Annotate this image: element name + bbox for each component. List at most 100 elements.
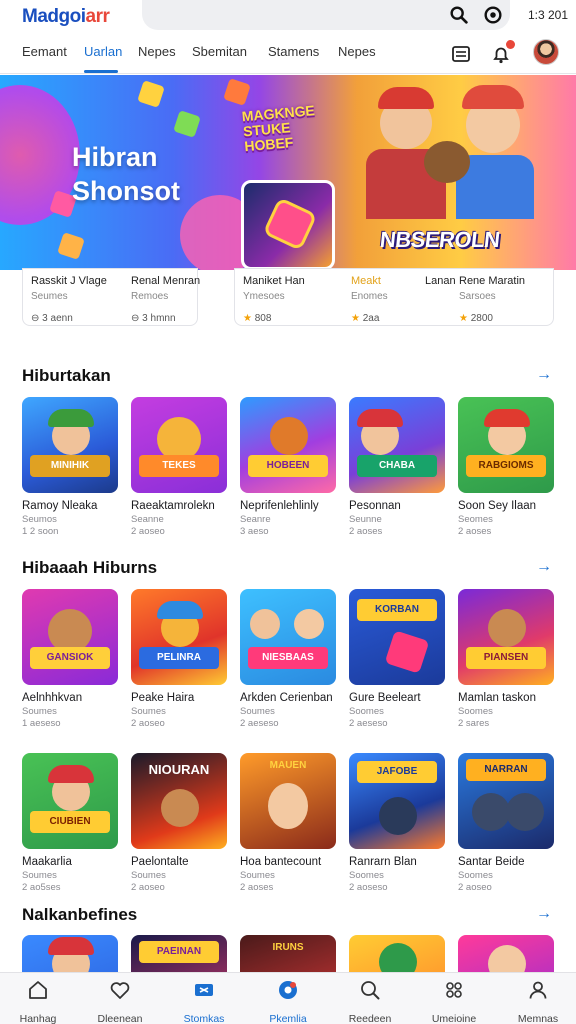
character-hat [357, 409, 403, 427]
featured-sub: Remoes [131, 291, 169, 302]
size-icon: ⊖ [131, 313, 143, 324]
lens-icon[interactable] [482, 4, 504, 26]
search-icon[interactable] [448, 4, 470, 26]
hero-banner[interactable]: Hibran Shonsot MAGKNGE STUKE HOBEF NBSER… [0, 75, 576, 270]
featured-item[interactable]: Lanan [425, 275, 456, 287]
app-card[interactable]: RABGIOMS Soon Sey Ilaan Seomes 2 aoses [458, 397, 554, 537]
tab-2[interactable]: Nepes [138, 44, 176, 59]
hero-game-card[interactable] [241, 180, 335, 270]
arrow-right-icon[interactable]: → [536, 905, 552, 923]
cube-decoration [57, 232, 85, 260]
search-bar[interactable] [142, 0, 510, 30]
app-card[interactable]: TEKES Raeaktamrolekn Seanne 2 aoseo [131, 397, 227, 537]
nav-profile[interactable]: Memnas [502, 978, 574, 1024]
arrow-right-icon[interactable]: → [536, 558, 552, 576]
app-name: Peake Haira [131, 692, 195, 704]
app-card[interactable]: JAFOBE Ranrarn Blan Soomes 2 aoseso [349, 753, 445, 893]
app-thumbnail: NIESBAAS [240, 589, 336, 685]
featured-item[interactable]: Maniket Han Ymesoes ★ 808 [243, 275, 305, 324]
nav-pkemlia[interactable]: Pkemlia [252, 978, 324, 1024]
tab-1[interactable]: Uarlan [84, 44, 122, 59]
character-face [488, 609, 526, 647]
app-category: Soomes [349, 870, 384, 881]
app-thumbnail: IRUNS [240, 935, 336, 972]
app-name: Mamlan taskon [458, 692, 536, 704]
app-thumb-title: CHABA [357, 455, 437, 477]
app-card[interactable]: CHABA Pesonnan Seunne 2 aoses [349, 397, 445, 537]
app-card[interactable]: KORBAN Gure Beeleart Soomes 2 aeseso [349, 589, 445, 729]
app-card[interactable]: IRUNS [240, 935, 336, 972]
app-card[interactable]: MAUEN Hoa bantecount Soumes 2 aoses [240, 753, 336, 893]
app-category: Soumes [240, 706, 275, 717]
app-thumbnail: GANSIOK [22, 589, 118, 685]
app-category: Soumes [22, 870, 57, 881]
app-card[interactable]: PELINRA Peake Haira Soumes 2 aoseo [131, 589, 227, 729]
home-icon [29, 981, 47, 999]
character-face [268, 783, 308, 829]
app-thumbnail [349, 935, 445, 972]
featured-card-left[interactable]: Rasskit J Vlage Seumes ⊖ 3 aenn Renal Me… [22, 268, 200, 326]
app-name: Santar Beide [458, 856, 525, 868]
size-icon: ⊖ [31, 313, 43, 324]
app-card[interactable]: MINIHIK Ramoy Nleaka Seumos 1 2 soon [22, 397, 118, 537]
nav-label: Dleenean [97, 1013, 143, 1024]
featured-name: Renal Menran [131, 275, 201, 287]
featured-card-right[interactable]: Maniket Han Ymesoes ★ 808 Meakt Enomes ★… [234, 268, 554, 326]
app-size: 2 aoseo [131, 718, 165, 729]
nav-favorites[interactable]: Dleenean [84, 978, 156, 1024]
app-card[interactable]: NIOURAN Paelontalte Soumes 2 aoseo [131, 753, 227, 893]
app-thumb-title: MINIHIK [30, 455, 110, 477]
featured-item[interactable]: Renal Menran Remoes ⊖ 3 hmnn [131, 275, 200, 324]
app-size: 2 aoseso [349, 882, 388, 893]
featured-item[interactable]: Rene Maratin Sarsoes ★ 2800 [459, 275, 525, 324]
featured-name: Rene Maratin [459, 275, 526, 287]
app-category: Soomes [458, 706, 493, 717]
featured-name: Rasskit J Vlage [31, 275, 107, 287]
status-clock: 1:3 201 [527, 8, 568, 22]
app-category: Soumes [131, 706, 166, 717]
app-card[interactable]: CIUBIEN Maakarlia Soumes 2 ao5ses [22, 753, 118, 893]
app-card[interactable]: HOBEEN Neprifenlehlinly Seanre 3 aeso [240, 397, 336, 537]
featured-name: Maniket Han [243, 275, 305, 287]
nav-label: Umeioine [431, 1013, 477, 1024]
app-card[interactable]: NARRAN Santar Beide Soomes 2 aoseo [458, 753, 554, 893]
featured-item[interactable]: Rasskit J Vlage Seumes ⊖ 3 aenn [31, 275, 107, 324]
notification-button[interactable] [489, 40, 515, 66]
nav-home[interactable]: Hanhag [2, 978, 74, 1024]
app-row: CIUBIEN Maakarlia Soumes 2 ao5ses NIOURA… [22, 753, 562, 913]
app-name: Hoa bantecount [240, 856, 322, 868]
list-icon[interactable] [449, 42, 473, 66]
tab-0[interactable]: Eemant [22, 44, 67, 59]
character-hat [48, 765, 94, 783]
app-logo[interactable]: Madgoiarr [22, 6, 110, 28]
character-face [250, 609, 280, 639]
featured-name: Meakt [351, 275, 381, 287]
app-size: 1 aeseso [22, 718, 61, 729]
nav-search[interactable]: Reedeen [334, 978, 406, 1024]
app-card[interactable]: PAEINAN [131, 935, 227, 972]
tab-4[interactable]: Stamens [268, 44, 319, 59]
featured-meta-value: 3 aenn [42, 313, 73, 324]
app-card[interactable]: NIESBAAS Arkden Cerienban Soumes 2 aeses… [240, 589, 336, 729]
nav-apps[interactable]: Umeioine [418, 978, 490, 1024]
app-card[interactable] [22, 935, 118, 972]
app-size: 2 ao5ses [22, 882, 61, 893]
tab-5[interactable]: Nepes [338, 44, 376, 59]
app-card[interactable] [349, 935, 445, 972]
app-thumb-title: TEKES [139, 455, 219, 477]
app-card[interactable]: GANSIOK Aelnhhkvan Soumes 1 aeseso [22, 589, 118, 729]
app-card[interactable]: PIANSEN Mamlan taskon Soomes 2 sares [458, 589, 554, 729]
app-card[interactable] [458, 935, 554, 972]
app-thumb-title: PELINRA [139, 647, 219, 669]
avatar[interactable] [533, 39, 559, 65]
hero-game-logo: MAGKNGE STUKE HOBEF [241, 102, 316, 155]
bottom-navigation: Hanhag Dleenean Stomkas Pkemlia Reedeen … [0, 972, 576, 1024]
character-hat [157, 601, 203, 619]
nav-stomkas[interactable]: Stomkas [168, 978, 240, 1024]
app-thumbnail: CHABA [349, 397, 445, 493]
app-category: Seanre [240, 514, 271, 525]
arrow-right-icon[interactable]: → [536, 366, 552, 384]
featured-item[interactable]: Meakt Enomes ★ 2aa [351, 275, 388, 324]
featured-meta-value: 3 hmnn [142, 313, 176, 324]
tab-3[interactable]: Sbemitan [192, 44, 247, 59]
